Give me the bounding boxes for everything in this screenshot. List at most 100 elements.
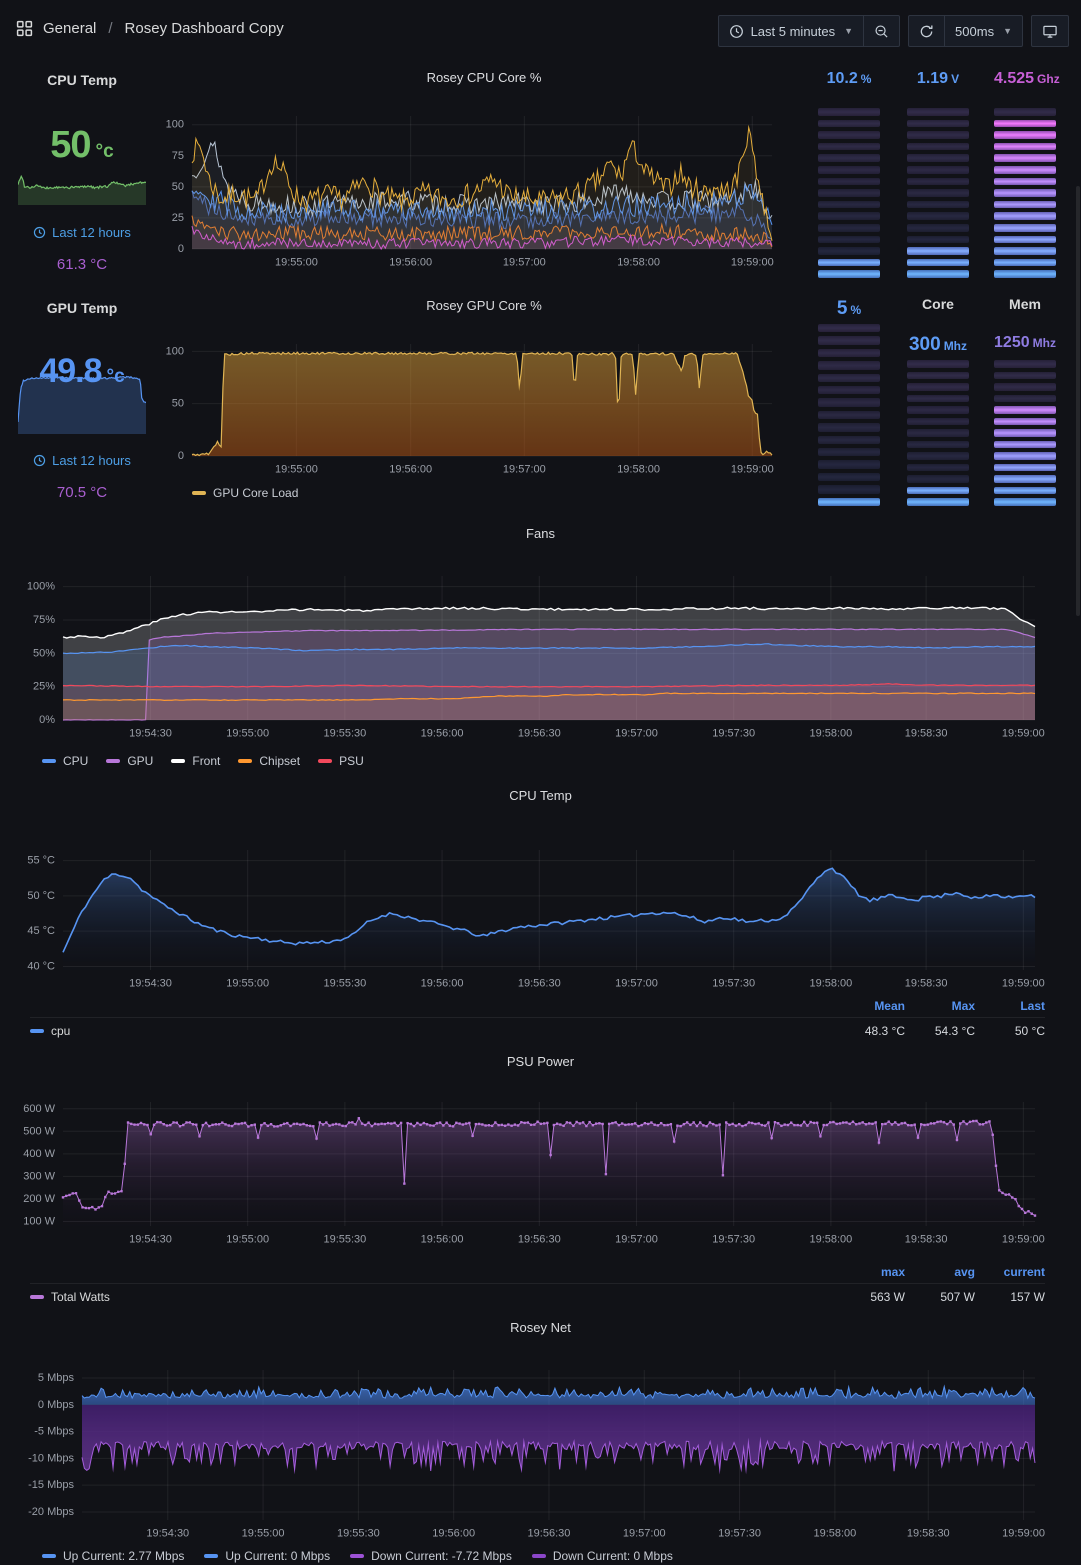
gauge-segment-unlit xyxy=(994,371,1056,380)
cpu-temp-chart-canvas[interactable] xyxy=(8,810,1073,1010)
gauge-segment-unlit xyxy=(907,440,969,449)
legend-item[interactable]: Up Current: 0 Mbps xyxy=(204,1549,330,1563)
gauge-segment-lit xyxy=(994,475,1056,483)
gauge-segment-unlit xyxy=(818,154,880,162)
breadcrumb: General / Rosey Dashboard Copy xyxy=(16,20,284,37)
gauge-segment-unlit xyxy=(818,165,880,174)
legend-swatch xyxy=(171,759,186,763)
gauge-segment-unlit xyxy=(818,410,880,420)
gpu-core-legend: GPU Core Load xyxy=(192,486,298,500)
kiosk-mode-button[interactable] xyxy=(1032,16,1068,46)
legend-item[interactable]: Total Watts xyxy=(30,1290,110,1304)
gauge-segment-unlit xyxy=(907,406,969,414)
breadcrumb-dashboard-title[interactable]: Rosey Dashboard Copy xyxy=(125,20,284,37)
gauge-segment-unlit xyxy=(907,189,969,197)
chevron-down-icon: ▼ xyxy=(1003,26,1012,36)
cpu-temp-history-link[interactable]: Last 12 hours xyxy=(8,225,156,240)
panel-cpu-temp-graph: CPU Temp Mean Max Last cpu 48.3 °C 54.3 °C 50 … xyxy=(8,780,1073,1046)
psu-power-chart-canvas[interactable] xyxy=(8,1076,1073,1276)
gauge-header: Mem xyxy=(1009,296,1041,312)
panel-title[interactable]: PSU Power xyxy=(8,1054,1073,1069)
legend-item[interactable]: GPU xyxy=(106,754,153,768)
rosey-gpu-core-chart-canvas[interactable] xyxy=(156,326,812,496)
panel-title[interactable]: Rosey Net xyxy=(8,1320,1073,1335)
monitor-icon xyxy=(1043,25,1057,38)
time-range-picker[interactable]: Last 5 minutes ▼ xyxy=(719,16,863,46)
cpu-temp-secondary-value: 61.3 °C xyxy=(56,256,108,273)
breadcrumb-folder[interactable]: General xyxy=(43,20,96,37)
refresh-button[interactable] xyxy=(909,16,944,46)
legend-item[interactable]: Front xyxy=(171,754,220,768)
stats-header[interactable]: Mean xyxy=(835,999,905,1013)
stats-series-row: cpu 48.3 °C 54.3 °C 50 °C xyxy=(30,1018,1045,1038)
kiosk-group xyxy=(1031,15,1069,47)
panel-gpu-temp-stat: GPU Temp 49.8 °c Last 12 hours 70.5 °C xyxy=(8,290,156,516)
gauge-segment-unlit xyxy=(907,452,969,460)
cpu-clock-gauge: 4.525 Ghz xyxy=(994,62,1060,288)
gauge-segment-lit xyxy=(994,270,1056,278)
legend-item[interactable]: PSU xyxy=(318,754,364,768)
gpu-temp-value: 49.8 °c xyxy=(8,352,156,391)
legend-item[interactable]: CPU xyxy=(42,754,88,768)
gauge-segment-unlit xyxy=(907,463,969,472)
legend-item[interactable]: GPU Core Load xyxy=(192,486,298,500)
gpu-temp-history-link[interactable]: Last 12 hours xyxy=(8,453,156,468)
gauge-segment-unlit xyxy=(907,417,969,426)
gpu-load-gauge: 5% xyxy=(818,290,880,516)
legend-item[interactable]: Chipset xyxy=(238,754,300,768)
cpu-load-gauge: 10.2% xyxy=(818,62,880,288)
gauge-unit: Mhz xyxy=(1032,336,1056,350)
gauge-segments xyxy=(994,108,1056,278)
gauge-segment-unlit xyxy=(818,361,880,370)
gauge-segment-unlit xyxy=(818,460,880,469)
gauge-segment-unlit xyxy=(907,212,969,220)
gauge-segment-unlit xyxy=(907,360,969,368)
gauge-segment-lit xyxy=(994,417,1056,426)
gauge-number: 1250 xyxy=(994,334,1030,351)
refresh-interval-picker[interactable]: 500ms ▼ xyxy=(944,16,1022,46)
stats-header[interactable]: max xyxy=(835,1265,905,1279)
panel-title[interactable]: CPU Temp xyxy=(8,788,1073,803)
gauge-segment-unlit xyxy=(907,235,969,244)
gauge-segment-unlit xyxy=(818,373,880,383)
refresh-icon xyxy=(920,25,933,37)
gauge-segment-unlit xyxy=(818,423,880,432)
grafana-dashboard: General / Rosey Dashboard Copy Last 5 mi… xyxy=(0,0,1081,1565)
top-nav-bar: General / Rosey Dashboard Copy Last 5 mi… xyxy=(0,0,1081,62)
stats-header[interactable]: current xyxy=(975,1265,1045,1279)
gauge-segment-lit xyxy=(994,223,1056,232)
stats-header[interactable]: Max xyxy=(905,999,975,1013)
clock-icon xyxy=(33,454,46,467)
gauge-number: 10.2 xyxy=(826,70,858,87)
legend-item[interactable]: Up Current: 2.77 Mbps xyxy=(42,1549,184,1563)
gauge-segment-lit xyxy=(907,258,969,267)
stats-value: 157 W xyxy=(1010,1290,1045,1304)
stats-header-row: Mean Max Last xyxy=(30,999,1045,1018)
dashboards-grid-icon[interactable] xyxy=(16,20,33,37)
panel-title[interactable]: Rosey CPU Core % xyxy=(156,70,812,85)
rosey-net-chart-canvas[interactable] xyxy=(8,1342,1073,1548)
panel-title[interactable]: CPU Temp xyxy=(8,72,156,88)
gauge-segment-unlit xyxy=(818,485,880,494)
legend-item[interactable]: cpu xyxy=(30,1024,70,1038)
panel-title[interactable]: Fans xyxy=(8,526,1073,541)
gauge-segment-lit xyxy=(994,463,1056,472)
scrollbar-thumb[interactable] xyxy=(1076,186,1080,616)
gauge-segment-unlit xyxy=(907,177,969,186)
gauge-segment-unlit xyxy=(818,435,880,445)
panel-cpu-temp-stat: CPU Temp 50 °c Last 12 hours 61.3 °C xyxy=(8,62,156,288)
legend-item[interactable]: Down Current: 0 Mbps xyxy=(531,1549,673,1563)
legend-item[interactable]: Down Current: -7.72 Mbps xyxy=(350,1549,512,1563)
panel-title[interactable]: Rosey GPU Core % xyxy=(156,298,812,313)
fans-chart-canvas[interactable] xyxy=(8,552,1073,752)
zoom-out-button[interactable] xyxy=(863,16,899,46)
panel-title[interactable]: GPU Temp xyxy=(8,300,156,316)
rosey-cpu-core-chart-canvas[interactable] xyxy=(156,98,812,298)
stats-header[interactable]: Last xyxy=(975,999,1045,1013)
stats-header-row: max avg current xyxy=(30,1265,1045,1284)
legend-swatch xyxy=(192,491,206,495)
stats-header[interactable]: avg xyxy=(905,1265,975,1279)
gauge-segment-unlit xyxy=(818,212,880,220)
legend-swatch xyxy=(42,759,56,763)
legend-label: Down Current: 0 Mbps xyxy=(552,1549,673,1563)
